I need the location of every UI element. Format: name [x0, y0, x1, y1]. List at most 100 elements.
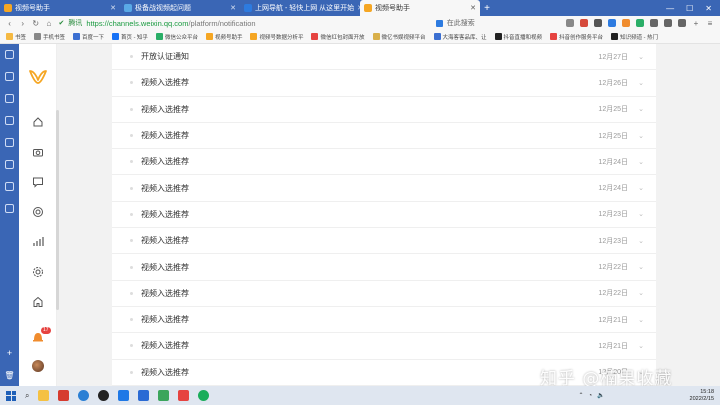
- chat-icon[interactable]: [5, 160, 14, 169]
- new-tab-button[interactable]: +: [480, 0, 494, 16]
- browser-tab[interactable]: 视频号助手 ✕: [0, 0, 120, 16]
- shop-icon[interactable]: [32, 296, 44, 308]
- avatar[interactable]: [31, 360, 44, 372]
- bookmark-item[interactable]: 书签: [6, 33, 26, 41]
- search-icon[interactable]: [5, 94, 14, 103]
- extension-icon[interactable]: [580, 19, 589, 27]
- bookmark-item[interactable]: 知识频道 - 热门: [611, 33, 658, 41]
- notification-button[interactable]: 17: [31, 327, 51, 344]
- volume-icon[interactable]: 🔈: [597, 392, 604, 399]
- qq-icon[interactable]: [98, 390, 110, 401]
- bookmark-item[interactable]: 视频号数据分析平: [250, 33, 303, 41]
- tools-icon[interactable]: [5, 204, 14, 213]
- chevron-down-icon[interactable]: ⌄: [638, 158, 644, 166]
- close-window-icon[interactable]: ✕: [705, 4, 712, 13]
- chevron-down-icon[interactable]: ⌄: [638, 132, 644, 140]
- favorite-icon[interactable]: [5, 182, 14, 191]
- feishu-icon[interactable]: [118, 390, 130, 401]
- home-icon[interactable]: [32, 116, 44, 128]
- extension-icon[interactable]: [594, 19, 603, 27]
- extension-icon[interactable]: [608, 19, 617, 27]
- chevron-down-icon[interactable]: ⌄: [638, 289, 644, 297]
- edge-icon[interactable]: [78, 390, 90, 401]
- close-tab-icon[interactable]: ✕: [110, 4, 116, 12]
- notification-row[interactable]: 视频入选推荐 12月21日 ⌄: [112, 333, 656, 360]
- notification-row[interactable]: 视频入选推荐 12月25日 ⌄: [112, 123, 656, 150]
- chevron-down-icon[interactable]: ⌄: [638, 184, 644, 192]
- network-icon[interactable]: ◔: [589, 393, 593, 399]
- chart-icon[interactable]: [32, 236, 44, 248]
- taskbar-clock[interactable]: 15:18 2022/2/15: [690, 389, 714, 403]
- browser-tab[interactable]: 极备战视频起问题 ✕: [120, 0, 240, 16]
- camera-icon[interactable]: [32, 146, 44, 158]
- search-icon[interactable]: ⌕: [25, 391, 29, 401]
- chevron-down-icon[interactable]: ⌄: [638, 237, 644, 245]
- url-field[interactable]: ✔ 腾讯 https://channels.weixin.qq.com/plat…: [58, 18, 333, 29]
- close-tab-icon[interactable]: ✕: [230, 4, 236, 12]
- trash-icon[interactable]: 🗑: [4, 371, 14, 380]
- download-icon[interactable]: [650, 19, 659, 27]
- bookmark-item[interactable]: 视频号助手: [205, 33, 242, 41]
- close-tab-icon[interactable]: ✕: [470, 4, 476, 12]
- bookmark-item[interactable]: 抖音直播和视频: [494, 33, 542, 41]
- night-mode-icon[interactable]: [678, 19, 687, 27]
- notification-row[interactable]: 视频入选推荐 12月22日 ⌄: [112, 254, 656, 281]
- maximize-icon[interactable]: ☐: [686, 4, 693, 13]
- notification-row[interactable]: 视频入选推荐 12月24日 ⌄: [112, 175, 656, 202]
- extension-icon[interactable]: [566, 19, 575, 27]
- extension-icon[interactable]: [622, 19, 631, 27]
- notification-row[interactable]: 视频入选推荐 12月23日 ⌄: [112, 202, 656, 229]
- browser-tab[interactable]: 上网导航 - 轻快上网 从这里开始✕: [240, 0, 360, 16]
- bookmark-item[interactable]: 抖音创作服务平台: [550, 33, 603, 41]
- history-icon[interactable]: [5, 138, 14, 147]
- chevron-down-icon[interactable]: ⌄: [638, 79, 644, 87]
- chevron-down-icon[interactable]: ⌄: [638, 210, 644, 218]
- file-explorer-icon[interactable]: [38, 390, 50, 401]
- bookmark-item[interactable]: 大海客客品库、让: [433, 33, 487, 41]
- notification-row[interactable]: 视频入选推荐 12月22日 ⌄: [112, 281, 656, 307]
- chevron-down-icon[interactable]: ⌄: [638, 105, 644, 113]
- bookmark-icon[interactable]: [5, 50, 14, 59]
- bookmark-item[interactable]: 百度一下: [73, 33, 104, 41]
- menu-icon[interactable]: ≡: [706, 19, 714, 28]
- notification-row[interactable]: 视频入选推荐 12月24日 ⌄: [112, 149, 656, 176]
- download-icon[interactable]: [5, 116, 14, 125]
- chevron-down-icon[interactable]: ⌄: [638, 342, 644, 350]
- sidebar-scrollbar[interactable]: [56, 110, 59, 310]
- bookmark-item[interactable]: 首页 - 知乎: [112, 33, 148, 41]
- search-input[interactable]: 在此搜索: [435, 18, 560, 29]
- bookmark-item[interactable]: 微信红包封面开放: [311, 33, 365, 41]
- undo-icon[interactable]: [664, 19, 673, 27]
- settings-icon[interactable]: [32, 266, 44, 278]
- add-icon[interactable]: +: [7, 348, 12, 358]
- notification-row[interactable]: 视频入选推荐 12月26日 ⌄: [112, 70, 656, 97]
- add-icon[interactable]: +: [692, 19, 700, 28]
- browser-tab[interactable]: 视频号助手 ✕: [360, 0, 480, 16]
- channels-logo[interactable]: [28, 68, 48, 86]
- bookmark-item[interactable]: 微亿书娱视频平台: [372, 33, 426, 41]
- chevron-down-icon[interactable]: ⌄: [638, 316, 644, 324]
- notification-row[interactable]: 开放认证通知 12月27日 ⌄: [112, 44, 656, 71]
- reload-icon[interactable]: ↻: [32, 19, 39, 28]
- extension-icon[interactable]: [636, 19, 645, 27]
- comment-icon[interactable]: [32, 176, 44, 188]
- chevron-up-icon[interactable]: ⌃: [578, 392, 583, 399]
- bookmark-item[interactable]: 微信公众平台: [155, 33, 198, 41]
- app-icon[interactable]: [158, 390, 170, 401]
- wechat-icon[interactable]: [198, 390, 210, 401]
- notification-row[interactable]: 视频入选推荐 12月23日 ⌄: [112, 228, 656, 255]
- chevron-down-icon[interactable]: ⌄: [638, 53, 644, 61]
- windows-start-icon[interactable]: [6, 390, 16, 401]
- app-icon[interactable]: [138, 390, 150, 401]
- forward-icon[interactable]: ›: [19, 19, 26, 28]
- notification-row[interactable]: 视频入选推荐 12月21日 ⌄: [112, 307, 656, 334]
- office-icon[interactable]: [58, 390, 70, 401]
- home-icon[interactable]: ⌂: [45, 19, 52, 28]
- back-icon[interactable]: ‹: [6, 19, 13, 28]
- chevron-down-icon[interactable]: ⌄: [638, 263, 644, 271]
- app-icon[interactable]: [178, 390, 190, 401]
- minimize-icon[interactable]: —: [666, 4, 674, 13]
- bookmark-item[interactable]: 手机书签: [34, 33, 65, 41]
- reading-icon[interactable]: [5, 72, 14, 81]
- notification-row[interactable]: 视频入选推荐 12月25日 ⌄: [112, 97, 656, 123]
